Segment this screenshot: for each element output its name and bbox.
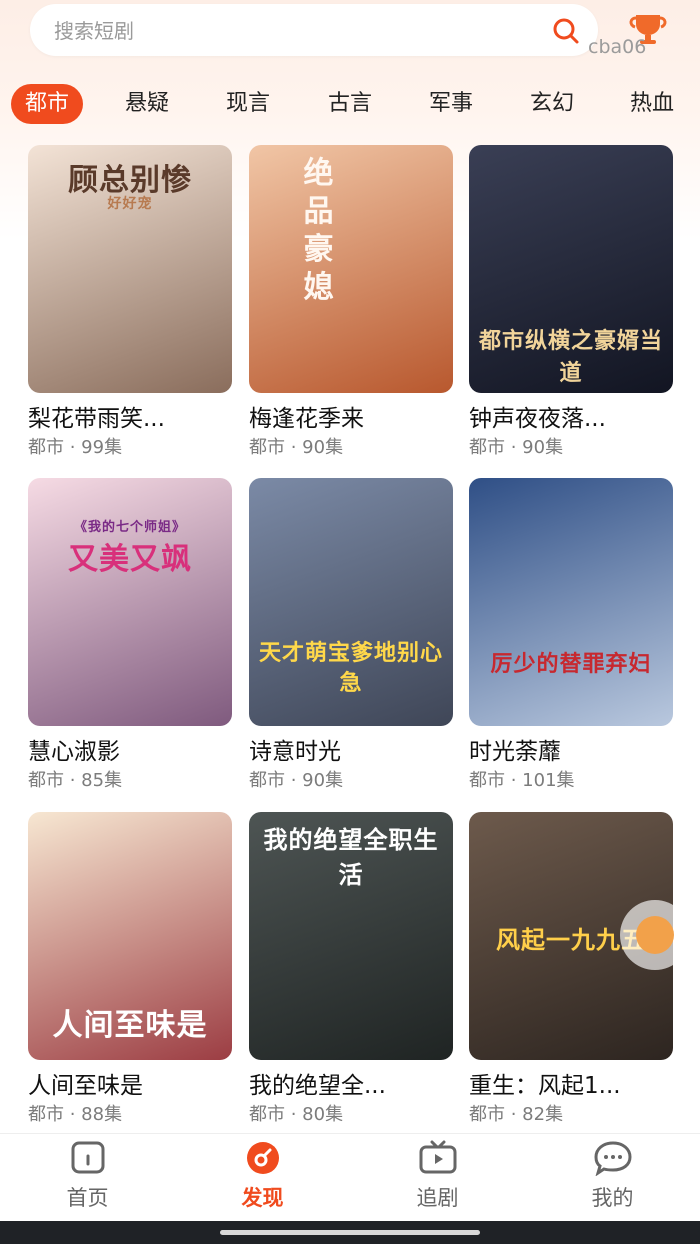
drama-title[interactable]: 钟声夜夜落... [469,399,673,433]
poster-title: 我的绝望全职生活 [263,825,439,889]
drama-title[interactable]: 时光荼蘼 [469,732,673,766]
drama-meta: 都市 · 99集 [28,437,123,458]
drama-meta: 都市 · 82集 [469,1104,564,1125]
tab-xuanyi[interactable]: 悬疑 [125,84,169,124]
system-navigation-bar [0,1221,700,1244]
tab-xianyan[interactable]: 现言 [226,84,270,124]
drama-title[interactable]: 梨花带雨笑... [28,399,232,433]
nav-label: 首页 [66,1186,109,1210]
drama-poster[interactable]: 《我的七个师姐》 又美又飒 [28,478,232,726]
nav-label: 发现 [241,1186,284,1210]
poster-title: 绝品豪媳 [303,156,335,305]
tv-icon [419,1140,457,1174]
nav-home[interactable]: 首页 [0,1134,175,1222]
tab-dushi[interactable]: 都市 [11,84,84,124]
drama-poster[interactable]: 天才萌宝爹地别心急 [249,478,453,726]
poster-title: 都市纵横之豪婿当道 [478,328,663,386]
nav-follow[interactable]: 追剧 [350,1134,525,1222]
search-bar[interactable] [30,4,598,58]
float-dot-icon [636,916,674,954]
search-icon[interactable] [552,17,580,45]
floating-action-button[interactable] [620,900,690,970]
poster-title: 天才萌宝爹地别心急 [258,640,443,696]
tab-junshi[interactable]: 军事 [429,84,473,124]
user-tag: cba06 [588,36,647,58]
drama-poster[interactable]: 绝品豪媳 [249,145,453,393]
poster-subtitle: 好好宠 [107,196,153,212]
category-tabs: 都市 悬疑 现言 古言 军事 玄幻 热血 [0,80,700,128]
nav-discover[interactable]: 发现 [175,1134,350,1222]
tab-xuanhuan[interactable]: 玄幻 [530,84,574,124]
drama-meta: 都市 · 101集 [469,770,575,791]
discover-icon [247,1142,279,1174]
poster-title: 人间至味是 [52,1008,208,1043]
nav-label: 我的 [591,1186,634,1210]
drama-poster[interactable]: 人间至味是 [28,812,232,1060]
drama-title[interactable]: 我的绝望全... [249,1066,453,1100]
search-input[interactable] [52,4,536,58]
drama-meta: 都市 · 80集 [249,1104,344,1125]
chat-icon [594,1141,632,1176]
home-icon [71,1141,105,1174]
drama-title[interactable]: 重生：风起1... [469,1066,673,1100]
home-indicator[interactable] [220,1230,480,1235]
poster-title: 又美又飒 [68,542,192,577]
poster-subtitle: 《我的七个师姐》 [73,520,186,535]
tab-rexue[interactable]: 热血 [630,84,674,124]
drama-title[interactable]: 人间至味是 [28,1066,232,1100]
drama-meta: 都市 · 90集 [249,437,344,458]
tab-guyan[interactable]: 古言 [328,84,372,124]
drama-meta: 都市 · 90集 [469,437,564,458]
drama-meta: 都市 · 85集 [28,770,123,791]
drama-meta: 都市 · 90集 [249,770,344,791]
drama-poster[interactable]: 我的绝望全职生活 [249,812,453,1060]
drama-title[interactable]: 诗意时光 [249,732,453,766]
poster-title: 厉少的替罪弃妇 [490,651,652,677]
nav-mine[interactable]: 我的 [525,1134,700,1222]
drama-title[interactable]: 慧心淑影 [28,732,232,766]
drama-poster[interactable]: 都市纵横之豪婿当道 [469,145,673,393]
drama-poster[interactable]: 厉少的替罪弃妇 [469,478,673,726]
bottom-nav: 首页 发现 追剧 我的 [0,1133,700,1222]
drama-title[interactable]: 梅逢花季来 [249,399,453,433]
nav-label: 追剧 [416,1186,459,1210]
drama-poster[interactable]: 顾总别惨 好好宠 [28,145,232,393]
drama-meta: 都市 · 88集 [28,1104,123,1125]
